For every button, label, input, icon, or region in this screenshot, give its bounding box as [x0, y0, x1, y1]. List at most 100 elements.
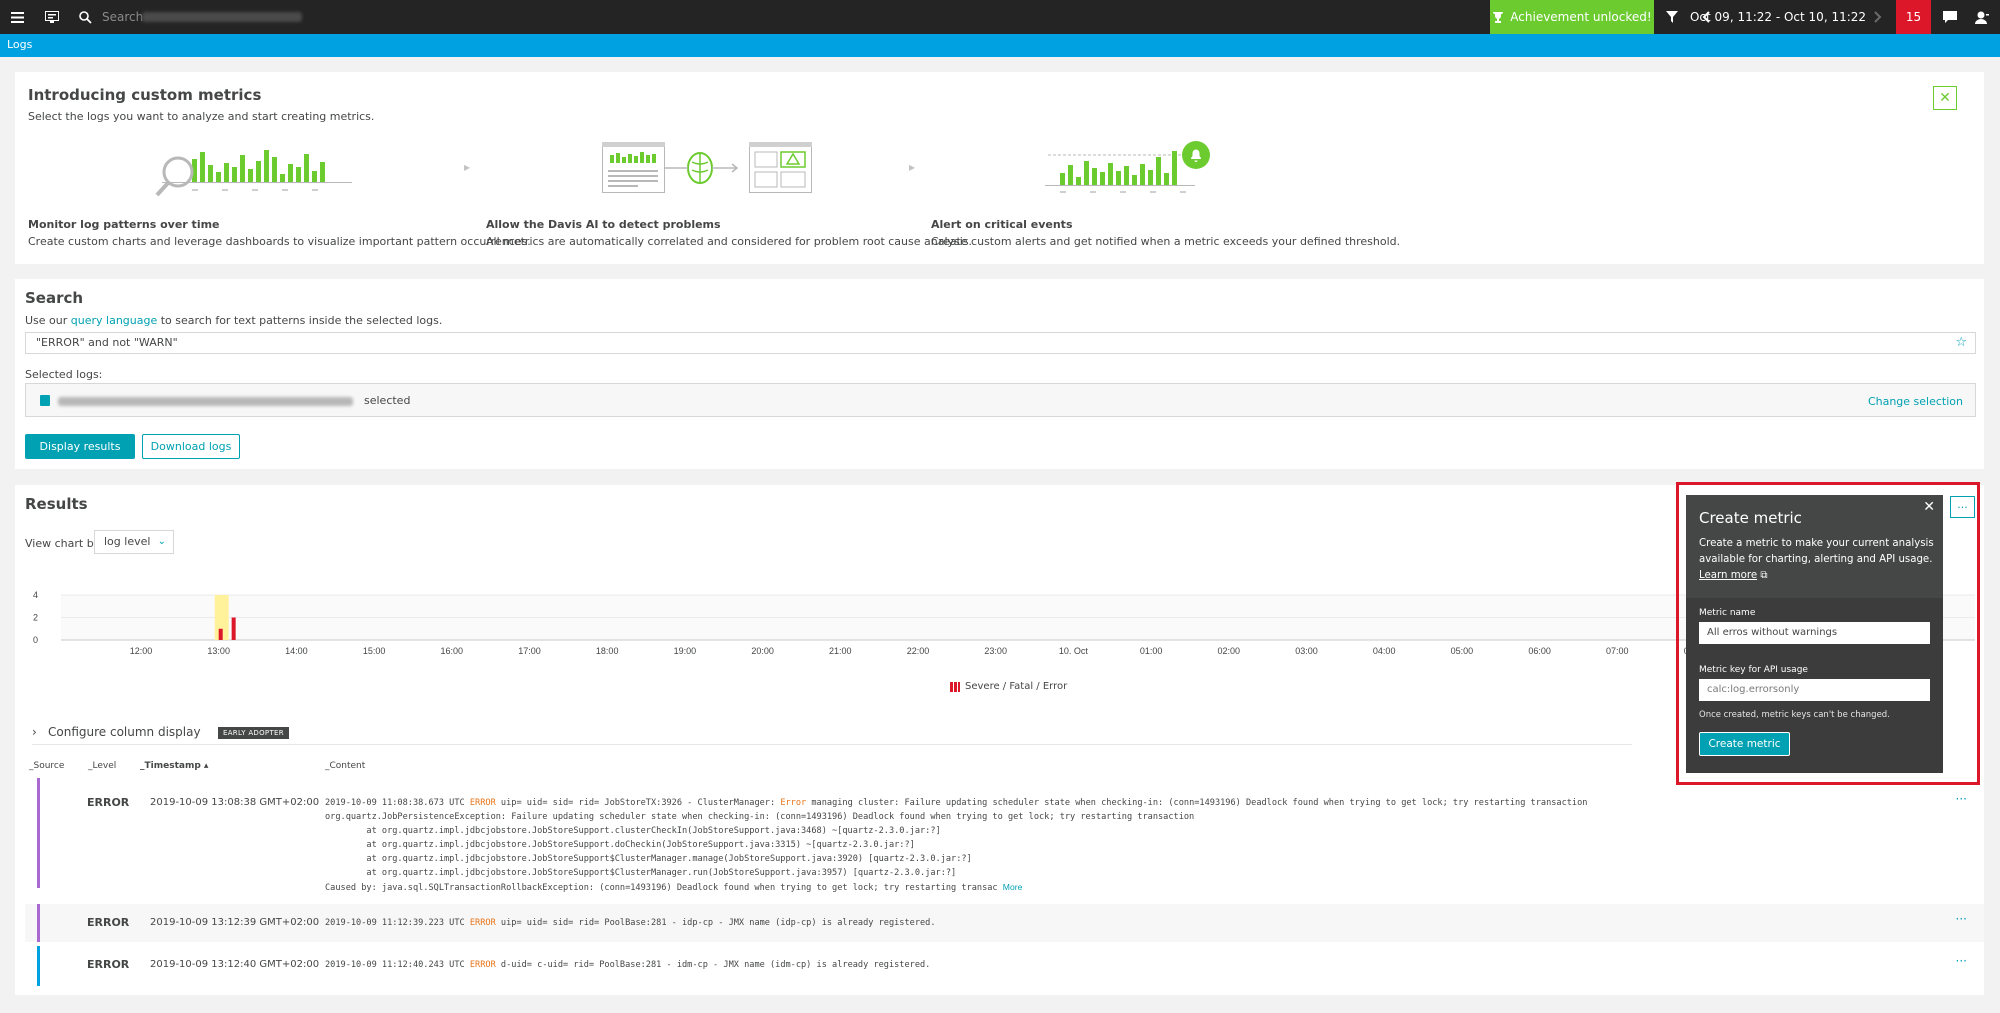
change-selection-link[interactable]: Change selection [1868, 395, 1963, 408]
row-actions-icon[interactable]: ··· [1956, 912, 1967, 926]
content-text: at org.quartz.impl.jdbcjobstore.JobStore… [325, 840, 915, 850]
x-tick-label: 16:00 [441, 646, 464, 656]
content-text: Caused by: java.sql.SQLTransactionRollba… [325, 883, 1003, 893]
problems-count-badge[interactable]: 15 [1896, 0, 1931, 34]
timeframe-next-chevron-icon[interactable] [1868, 0, 1888, 34]
y-tick-label: 2 [33, 613, 38, 623]
step-davis-title: Allow the Davis AI to detect problems [486, 218, 721, 231]
more-actions-button[interactable]: ··· [1950, 496, 1975, 518]
row-content: 2019-10-09 11:12:39.223 UTC ERROR uip= u… [325, 916, 936, 930]
x-tick-label: 06:00 [1528, 646, 1551, 656]
step-alert-title: Alert on critical events [931, 218, 1073, 231]
column-header-source[interactable]: _Source [29, 761, 64, 771]
content-text: at org.quartz.impl.jdbcjobstore.JobStore… [325, 826, 941, 836]
x-tick-label: 17:00 [518, 646, 541, 656]
x-tick-label: 21:00 [829, 646, 852, 656]
row-level: ERROR [87, 796, 130, 809]
more-link[interactable]: More [1003, 882, 1023, 892]
intro-subtitle: Select the logs you want to analyze and … [28, 110, 375, 123]
x-tick-label: 19:00 [674, 646, 697, 656]
content-error-keyword: ERROR [469, 960, 496, 970]
content-error-keyword: ERROR [469, 798, 496, 808]
step-monitor-title: Monitor log patterns over time [28, 218, 220, 231]
davis-ai-illustration [602, 142, 812, 193]
search-hint: Use our query language to search for tex… [25, 314, 442, 327]
row-content: 2019-10-09 11:08:38.673 UTC ERROR uip= u… [325, 796, 1587, 895]
close-intro-button[interactable]: ✕ [1933, 86, 1957, 110]
query-input[interactable]: "ERROR" and not "WARN" ☆ [25, 332, 1976, 354]
content-text: 2019-10-09 11:12:40.243 UTC [325, 960, 470, 970]
y-tick-label: 0 [33, 635, 38, 645]
column-header-content[interactable]: _Content [325, 761, 365, 771]
trophy-icon [1493, 12, 1504, 23]
source-color-stripe [37, 946, 40, 986]
row-timestamp: 2019-10-09 13:12:39 GMT+02:00 [150, 917, 320, 928]
column-header-level[interactable]: _Level [88, 761, 116, 771]
chevron-right-icon: › [32, 725, 37, 739]
query-language-link[interactable]: query language [71, 314, 157, 327]
view-chart-by-select[interactable]: log level ⌄ [94, 530, 174, 554]
metric-name-input[interactable]: All erros without warnings [1699, 622, 1930, 644]
x-tick-label: 02:00 [1218, 646, 1241, 656]
timeframe-selector[interactable]: Oct 09, 11:22 - Oct 10, 11:22 [1690, 0, 1866, 34]
table-row[interactable]: ERROR 2019-10-09 13:12:39 GMT+02:00 2019… [25, 904, 1984, 942]
metric-key-label: Metric key for API usage [1699, 665, 1808, 675]
display-results-button[interactable]: Display results [25, 434, 135, 459]
content-text: managing cluster: Failure updating sched… [806, 798, 1588, 808]
step-arrow-icon: ▸ [909, 160, 916, 174]
x-tick-label: 13:00 [207, 646, 230, 656]
chevron-down-icon: ⌄ [157, 536, 166, 547]
achievement-button[interactable]: Achievement unlocked! [1490, 0, 1654, 34]
search-panel: Search Use our query language to search … [15, 279, 1984, 469]
download-logs-button[interactable]: Download logs [142, 434, 240, 459]
configure-column-display[interactable]: › Configure column display EARLY ADOPTER [32, 723, 1632, 745]
table-row[interactable]: ERROR 2019-10-09 13:08:38 GMT+02:00 2019… [25, 778, 1984, 893]
content-error-keyword: Error [780, 798, 807, 808]
row-actions-icon[interactable]: ··· [1956, 954, 1967, 968]
row-content: 2019-10-09 11:12:40.243 UTC ERROR d-uid=… [325, 958, 930, 972]
breadcrumb: Logs [0, 34, 2000, 57]
step-davis-desc: All metrics are automatically correlated… [486, 235, 973, 248]
metric-key-note: Once created, metric keys can't be chang… [1699, 710, 1890, 720]
query-value: "ERROR" and not "WARN" [36, 336, 178, 349]
menu-icon[interactable] [6, 0, 28, 34]
learn-more-link[interactable]: Learn more [1699, 570, 1757, 581]
row-actions-icon[interactable]: ··· [1956, 792, 1967, 806]
table-row[interactable]: ERROR 2019-10-09 13:12:40 GMT+02:00 2019… [25, 946, 1984, 986]
filter-icon[interactable] [1660, 0, 1684, 34]
metric-key-input[interactable]: calc:log.errorsonly [1699, 679, 1930, 701]
content-text: 2019-10-09 11:08:38.673 UTC [325, 798, 470, 808]
create-metric-button[interactable]: Create metric [1699, 732, 1790, 756]
global-search-input[interactable]: Search [102, 10, 143, 24]
x-tick-label: 01:00 [1140, 646, 1163, 656]
column-header-timestamp[interactable]: _Timestamp ▴ [140, 761, 208, 771]
row-level: ERROR [87, 958, 130, 971]
configure-label: Configure column display [48, 725, 201, 739]
step-alert-desc: Create custom alerts and get notified wh… [931, 235, 1401, 248]
hint-suffix: to search for text patterns inside the s… [157, 314, 443, 327]
search-title: Search [25, 289, 84, 307]
user-icon[interactable] [1970, 0, 1994, 34]
breadcrumb-item-logs[interactable]: Logs [7, 38, 32, 51]
x-tick-label: 18:00 [596, 646, 619, 656]
log-pattern-chart-illustration [155, 150, 352, 197]
chat-icon[interactable] [1938, 0, 1962, 34]
create-metric-form: Metric name All erros without warnings M… [1686, 598, 1943, 773]
y-tick-label: 4 [33, 590, 38, 600]
close-icon[interactable]: ✕ [1923, 499, 1935, 515]
legend-label: Severe / Fatal / Error [965, 681, 1068, 692]
content-text: uip= uid= sid= rid= JobStoreTX:3926 - Cl… [495, 798, 781, 808]
x-tick-label: 03:00 [1295, 646, 1318, 656]
search-redacted-text [142, 12, 302, 22]
external-link-icon[interactable]: ⧉ [1760, 570, 1767, 581]
star-icon[interactable]: ☆ [1955, 333, 1967, 353]
chart-legend[interactable]: Severe / Fatal / Error [950, 681, 1067, 692]
popup-title: Create metric [1699, 509, 1802, 527]
search-icon[interactable] [76, 0, 94, 34]
top-navigation-bar: Search Achievement unlocked! Oct 09, 11:… [0, 0, 2000, 34]
popup-description: Create a metric to make your current ana… [1699, 536, 1935, 584]
row-timestamp: 2019-10-09 13:12:40 GMT+02:00 [150, 959, 320, 970]
create-metric-popup: Create metric ✕ Create a metric to make … [1686, 495, 1943, 773]
dashboard-icon[interactable] [42, 0, 62, 34]
early-adopter-badge: EARLY ADOPTER [218, 727, 289, 739]
